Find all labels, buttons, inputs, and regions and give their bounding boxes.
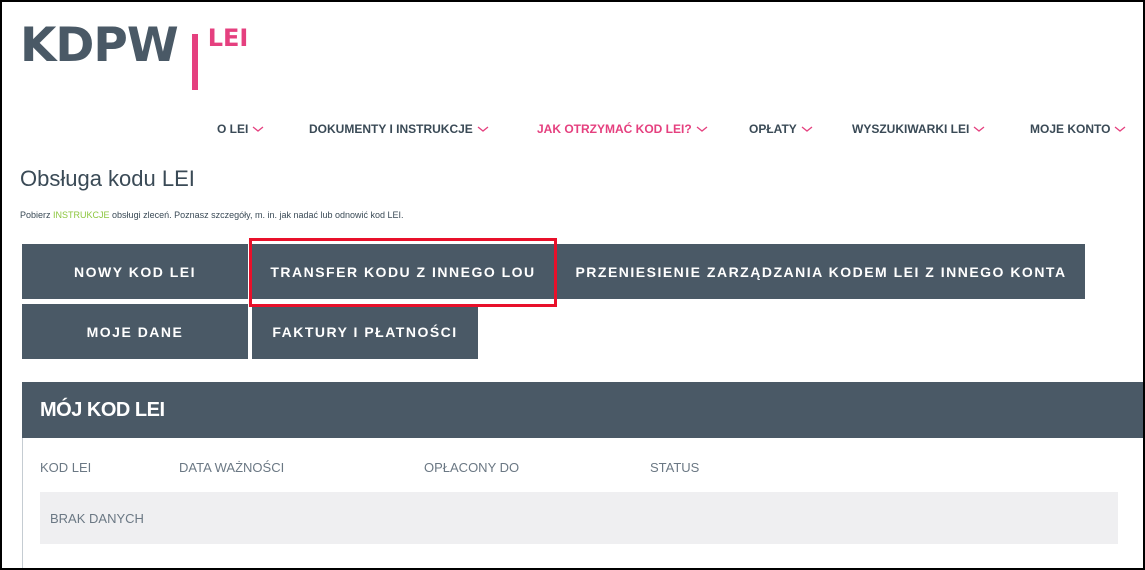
instructions-suffix: obsługi zleceń. Poznasz szczegóły, m. in… [109,210,404,220]
nav-item-dokumenty[interactable]: DOKUMENTY I INSTRUKCJE [309,122,489,136]
instructions-link[interactable]: INSTRUKCJE [53,210,110,220]
nav-item-label: JAK OTRZYMAĆ KOD LEI? [537,122,692,136]
nav-item-jak-otrzymac[interactable]: JAK OTRZYMAĆ KOD LEI? [537,122,708,136]
chevron-down-icon [1114,125,1126,133]
move-management-button[interactable]: PRZENIESIENIE ZARZĄDZANIA KODEM LEI Z IN… [557,244,1085,299]
invoices-button[interactable]: FAKTURY I PŁATNOŚCI [252,304,478,359]
page-frame: KDPW LEI O LEI DOKUMENTY I INSTRUKCJE JA… [0,0,1145,570]
page-title: Obsługa kodu LEI [20,166,195,191]
chevron-down-icon [973,125,985,133]
instructions-prefix: Pobierz [20,210,54,220]
highlight-box [249,238,557,307]
nav-item-wyszukiwarki[interactable]: WYSZUKIWARKI LEI [852,122,985,136]
empty-table-row: BRAK DANYCH [40,492,1118,544]
column-header-kod-lei: KOD LEI [40,460,92,475]
instructions-text: Pobierz INSTRUKCJE obsługi zleceń. Pozna… [20,210,404,220]
column-header-data-waznosci: DATA WAŻNOŚCI [179,460,285,475]
nav-item-o-lei[interactable]: O LEI [217,122,264,136]
nav-item-label: WYSZUKIWARKI LEI [852,122,970,136]
nav-item-label: O LEI [217,122,249,136]
empty-state-text: BRAK DANYCH [50,510,144,526]
nav-item-label: OPŁATY [749,122,797,136]
logo-divider [191,34,198,90]
column-header-status: STATUS [650,460,700,475]
panel-title: MÓJ KOD LEI [22,382,1143,438]
logo-lei-text: LEI [207,24,249,52]
nav-item-moje-konto[interactable]: MOJE KONTO [1030,122,1126,136]
nav-item-label: DOKUMENTY I INSTRUKCJE [309,122,473,136]
new-code-button[interactable]: NOWY KOD LEI [22,244,248,299]
nav-item-label: MOJE KONTO [1030,122,1111,136]
chevron-down-icon [477,125,489,133]
nav-item-oplaty[interactable]: OPŁATY [749,122,813,136]
chevron-down-icon [696,125,708,133]
main-nav: O LEI DOKUMENTY I INSTRUKCJE JAK OTRZYMA… [2,122,1143,142]
my-data-button[interactable]: MOJE DANE [22,304,248,359]
chevron-down-icon [252,125,264,133]
column-header-oplacony-do: OPŁACONY DO [424,460,520,475]
kdpw-lei-logo[interactable]: KDPW LEI [20,14,248,90]
my-lei-code-panel: MÓJ KOD LEI KOD LEI DATA WAŻNOŚCI OPŁACO… [22,382,1143,568]
logo-kdpw-text: KDPW [20,18,179,73]
chevron-down-icon [801,125,813,133]
